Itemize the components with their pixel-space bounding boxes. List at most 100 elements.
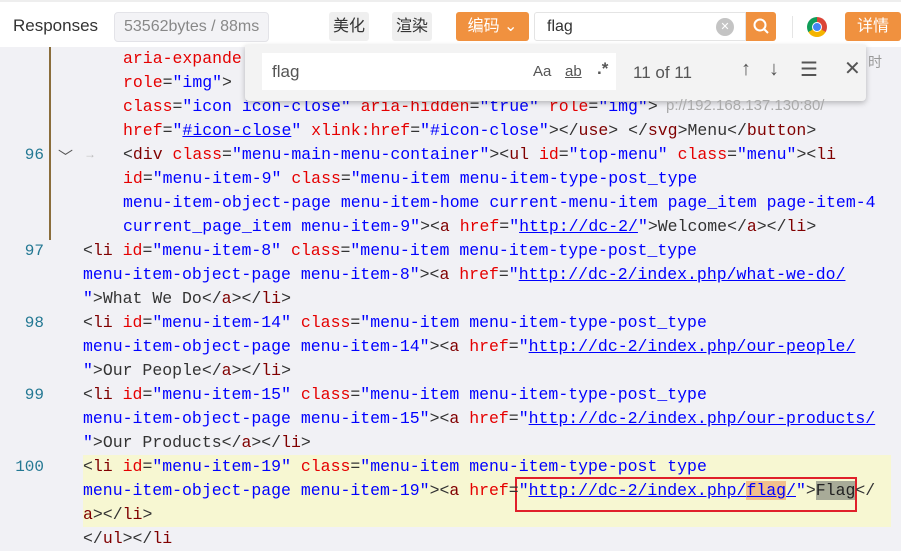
side-hint-text: 时 [868, 54, 882, 70]
line-number: 97 [24, 242, 44, 260]
link-url[interactable]: http://dc-2/index.php/ [529, 481, 747, 500]
attribute-name: id [122, 313, 143, 332]
attribute-value: " [83, 289, 93, 308]
attribute-value: "menu-item menu-item-type-post_type [350, 241, 697, 260]
tag-name: li [122, 505, 143, 524]
beautify-button[interactable]: 美化 [329, 12, 369, 41]
find-input[interactable]: flag [262, 53, 616, 90]
attribute-value: " [518, 337, 529, 356]
regex-toggle[interactable]: .* [597, 59, 608, 79]
tag-name: a [746, 217, 757, 236]
attribute-name: role [123, 73, 163, 92]
code-line: menu-item-object-page menu-item-19"><a h… [83, 479, 875, 503]
tag-name: svg [647, 121, 678, 140]
punctuation: = [172, 97, 183, 116]
punctuation: </ [855, 481, 876, 500]
chrome-icon[interactable] [807, 17, 827, 37]
punctuation: >< [429, 337, 450, 356]
punctuation: > [805, 481, 816, 500]
render-button[interactable]: 渲染 [392, 12, 432, 41]
attribute-value: "menu-item menu-item-type-post_type [360, 385, 707, 404]
punctuation: ></ [756, 217, 787, 236]
previous-match-icon[interactable]: ↑ [741, 58, 751, 81]
text-content: Our Products [102, 433, 222, 452]
attribute-value: current_page_item menu-item-9" [123, 217, 421, 236]
encoding-label: 编码 [467, 18, 500, 35]
punctuation: ></ [251, 433, 282, 452]
tag-name: a [221, 289, 232, 308]
line-number: 99 [24, 386, 44, 404]
response-toolbar: Responses 53562bytes / 88ms 美化 渲染 编码 ⌄ f… [0, 0, 901, 47]
link-url[interactable]: http://dc-2/index.php/what-we-do/ [519, 265, 846, 284]
punctuation [113, 385, 123, 404]
wrap-arrow-icon: → [84, 147, 96, 161]
tag-name: a [449, 409, 460, 428]
tag-name: ul [509, 145, 530, 164]
attribute-value: menu-item-object-page menu-item-15" [83, 409, 430, 428]
punctuation: >< [419, 265, 440, 284]
encoding-dropdown[interactable]: 编码 ⌄ [456, 12, 529, 41]
punctuation [163, 145, 173, 164]
search-button[interactable] [746, 12, 776, 41]
code-line: <div class="menu-main-menu-container"><u… [123, 143, 836, 167]
attribute-name: class [291, 169, 341, 188]
attribute-value: " [508, 265, 519, 284]
punctuation: ></ [231, 361, 262, 380]
find-in-selection-icon[interactable]: ☰ [800, 57, 818, 82]
tag-name: button [746, 121, 807, 140]
punctuation [291, 313, 301, 332]
match-case-toggle[interactable]: Aa [533, 63, 551, 80]
attribute-name: class [677, 145, 728, 164]
link-url[interactable]: http://dc-2/index.php/our-products/ [529, 409, 876, 428]
tag-name: li [92, 313, 113, 332]
search-match[interactable]: flag [746, 481, 787, 500]
attribute-value: menu-item-object-page menu-item-8" [83, 265, 420, 284]
search-input[interactable]: flag [534, 12, 746, 41]
link-url[interactable]: http://dc-2/ [519, 217, 638, 236]
next-match-icon[interactable]: ↓ [769, 58, 779, 81]
tag-name: a [241, 433, 252, 452]
punctuation: ></ [92, 505, 123, 524]
line-number: 100 [15, 458, 44, 476]
find-widget: flag Aa ab .* 11 of 11 ↑ ↓ ☰ ✕ [245, 45, 866, 101]
link-url[interactable]: http://dc-2/index.php/our-people/ [529, 337, 856, 356]
clear-search-icon[interactable]: ✕ [716, 18, 734, 36]
punctuation [113, 457, 123, 476]
response-meta-badge: 53562bytes / 88ms [114, 12, 270, 42]
details-button[interactable]: 详情 [845, 12, 901, 41]
attribute-name: id [122, 457, 143, 476]
link-url[interactable]: #icon-close [182, 121, 291, 140]
attribute-value: menu-item-object-page menu-item-19" [83, 481, 430, 500]
punctuation: >< [796, 145, 817, 164]
punctuation [113, 313, 123, 332]
punctuation [113, 241, 123, 260]
punctuation: = [222, 145, 232, 164]
punctuation: < [83, 313, 93, 332]
punctuation: > [281, 289, 291, 308]
punctuation: > [222, 73, 232, 92]
close-find-icon[interactable]: ✕ [844, 56, 861, 81]
attribute-value: menu-item-object-page menu-item-home cur… [123, 193, 876, 212]
attribute-value: "menu-item menu-item-type-post_type [360, 313, 707, 332]
punctuation: > [92, 289, 103, 308]
tag-name: ul [102, 529, 123, 548]
punctuation: </ [727, 121, 747, 140]
attribute-name: href [469, 409, 509, 428]
attribute-value: " [518, 409, 529, 428]
search-icon [753, 18, 769, 34]
panel-title: Responses [13, 16, 99, 35]
punctuation: </ [727, 217, 747, 236]
whole-word-toggle[interactable]: ab [565, 63, 582, 80]
punctuation: = [162, 73, 173, 92]
code-editor[interactable]: ﹀ → aria-expande role="img"> class="icon i… [0, 47, 901, 548]
link-url[interactable]: / [786, 481, 796, 500]
match-count: 11 of 11 [633, 63, 692, 82]
attribute-value: " [518, 481, 529, 500]
code-line: role="img"> [123, 71, 232, 95]
fold-chevron-icon[interactable]: ﹀ [58, 146, 73, 167]
punctuation [459, 409, 469, 428]
tag-name: li [92, 241, 113, 260]
tag-name: a [83, 505, 93, 524]
attribute-name: class [290, 241, 341, 260]
code-line: menu-item-object-page menu-item-8"><a hr… [83, 263, 845, 287]
